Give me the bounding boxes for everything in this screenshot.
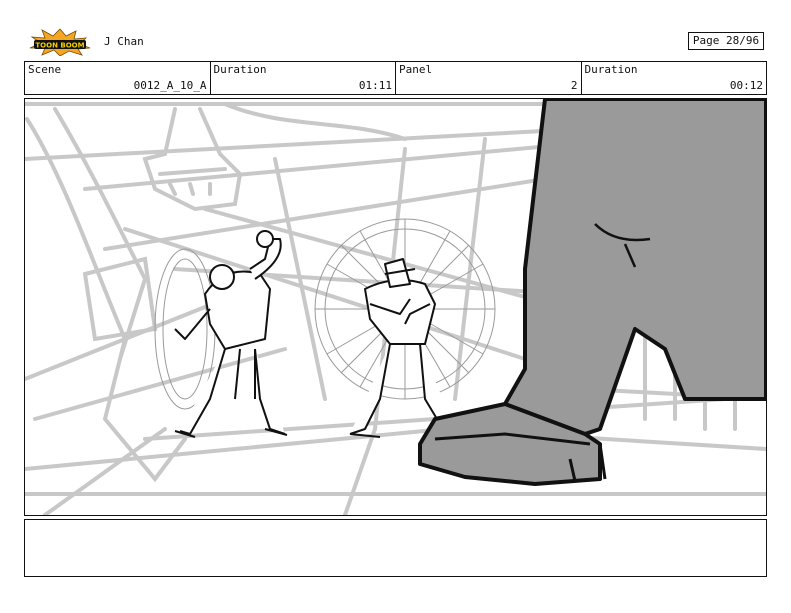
panel-label: Panel — [399, 63, 433, 76]
toon-boom-logo: TOON BOOM — [24, 28, 96, 57]
panel-duration-field: Duration 00:12 — [580, 62, 767, 94]
scene-value: 0012_A_10_A — [133, 79, 207, 92]
panel-duration-value: 00:12 — [729, 79, 763, 92]
page-number: Page 28/96 — [688, 32, 764, 50]
storyboard-frame — [24, 98, 767, 516]
scene-label: Scene — [28, 63, 62, 76]
scene-duration-field: Duration 01:11 — [209, 62, 396, 94]
giant-leg-foreground — [418, 99, 766, 486]
storyboard-sketch — [25, 99, 766, 515]
panel-duration-label: Duration — [584, 63, 638, 76]
scene-field: Scene 0012_A_10_A — [25, 62, 210, 94]
scene-duration-label: Duration — [213, 63, 267, 76]
scene-duration-value: 01:11 — [358, 79, 392, 92]
panel-notes-box — [24, 519, 767, 577]
author-name: J Chan — [104, 35, 144, 48]
panel-value: 2 — [570, 79, 578, 92]
logo-text: TOON BOOM — [35, 42, 84, 50]
panel-info-header: Scene 0012_A_10_A Duration 01:11 Panel 2… — [24, 61, 767, 95]
panel-field: Panel 2 — [395, 62, 581, 94]
